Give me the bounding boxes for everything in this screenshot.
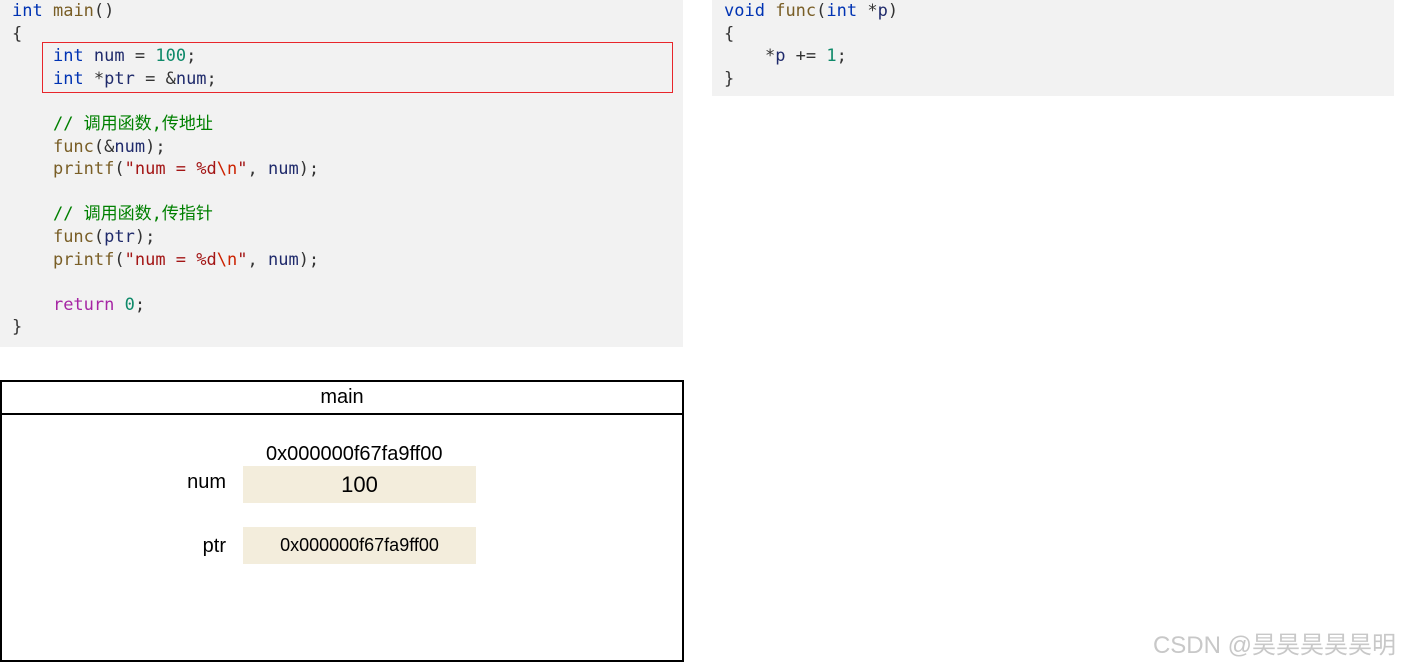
ptr-value-cell: 0x000000f67fa9ff00 (243, 527, 476, 564)
code-token: , (247, 159, 268, 180)
code-token: "num = %d (124, 159, 217, 180)
code-token: ); (298, 249, 320, 270)
code-token: // 调用函数,传地址 (52, 114, 213, 134)
code-token: , (247, 249, 268, 270)
code-line: printf("num = %d\n", num); (12, 158, 319, 180)
code-token: void (724, 1, 765, 21)
code-token: ); (134, 227, 156, 247)
code-token: += (785, 46, 827, 67)
code-token: "num = %d (124, 249, 217, 270)
code-token: } (724, 68, 735, 89)
code-token: ptr (104, 227, 135, 247)
code-line: // 调用函数,传指针 (12, 203, 213, 225)
code-token: func (52, 136, 94, 157)
code-token: int (826, 1, 858, 21)
code-token: \n (216, 159, 238, 180)
code-token: p (877, 1, 888, 21)
code-token: printf (52, 249, 115, 270)
code-token: } (12, 317, 23, 338)
code-token: p (775, 46, 786, 67)
code-token: ; (836, 46, 847, 67)
code-line: func(&num); (12, 136, 166, 158)
stack-frame-title: main (2, 382, 682, 415)
stack-frame-main: main 0x000000f67fa9ff00 num 100 ptr 0x00… (0, 380, 684, 662)
code-line: *p += 1; (724, 45, 847, 67)
code-token: { (724, 23, 735, 44)
code-token: ( (816, 1, 827, 21)
code-token: 1 (826, 46, 837, 67)
code-token: ( (93, 227, 105, 247)
func-code-panel: void func(int *p){ *p += 1;} (712, 0, 1394, 96)
code-token: ); (145, 136, 166, 157)
code-token: func (775, 1, 817, 21)
code-token: (& (93, 136, 115, 157)
ptr-var-label: ptr (202, 535, 226, 557)
code-token: int (12, 1, 43, 21)
code-line: } (724, 68, 734, 90)
code-token: func (52, 227, 94, 247)
code-token: 0 (124, 294, 135, 315)
code-token: * (857, 1, 878, 21)
code-line: } (12, 316, 22, 338)
code-token: ( (114, 159, 125, 180)
code-token: num (267, 159, 299, 180)
code-token: { (12, 23, 23, 44)
code-token: " (237, 249, 248, 270)
code-token: ); (298, 159, 320, 180)
num-address-label: 0x000000f67fa9ff00 (266, 443, 443, 465)
code-token: ; (134, 294, 146, 315)
code-token: // 调用函数,传指针 (52, 204, 213, 225)
code-token: ) (887, 1, 899, 21)
code-token: ( (114, 249, 125, 270)
code-token: () (93, 1, 115, 21)
code-line: // 调用函数,传地址 (12, 113, 213, 135)
code-token: \n (216, 249, 238, 270)
code-token: printf (52, 159, 115, 180)
num-value-cell: 100 (243, 466, 476, 503)
num-var-label: num (187, 471, 226, 493)
code-token: main (52, 1, 94, 21)
code-line: { (12, 23, 22, 45)
code-token: " (237, 159, 248, 180)
highlight-box (42, 42, 673, 93)
code-token: num (114, 136, 146, 157)
code-line: return 0; (12, 294, 145, 316)
code-line: { (724, 23, 734, 45)
code-line: printf("num = %d\n", num); (12, 249, 319, 271)
code-line: func(ptr); (12, 226, 155, 248)
code-line: int main() (12, 0, 114, 22)
code-line: void func(int *p) (724, 0, 898, 22)
watermark: CSDN @昊昊昊昊昊明 (1152, 632, 1396, 659)
code-token: num (267, 249, 299, 270)
code-token: * (724, 46, 776, 67)
code-token: return (52, 294, 115, 315)
